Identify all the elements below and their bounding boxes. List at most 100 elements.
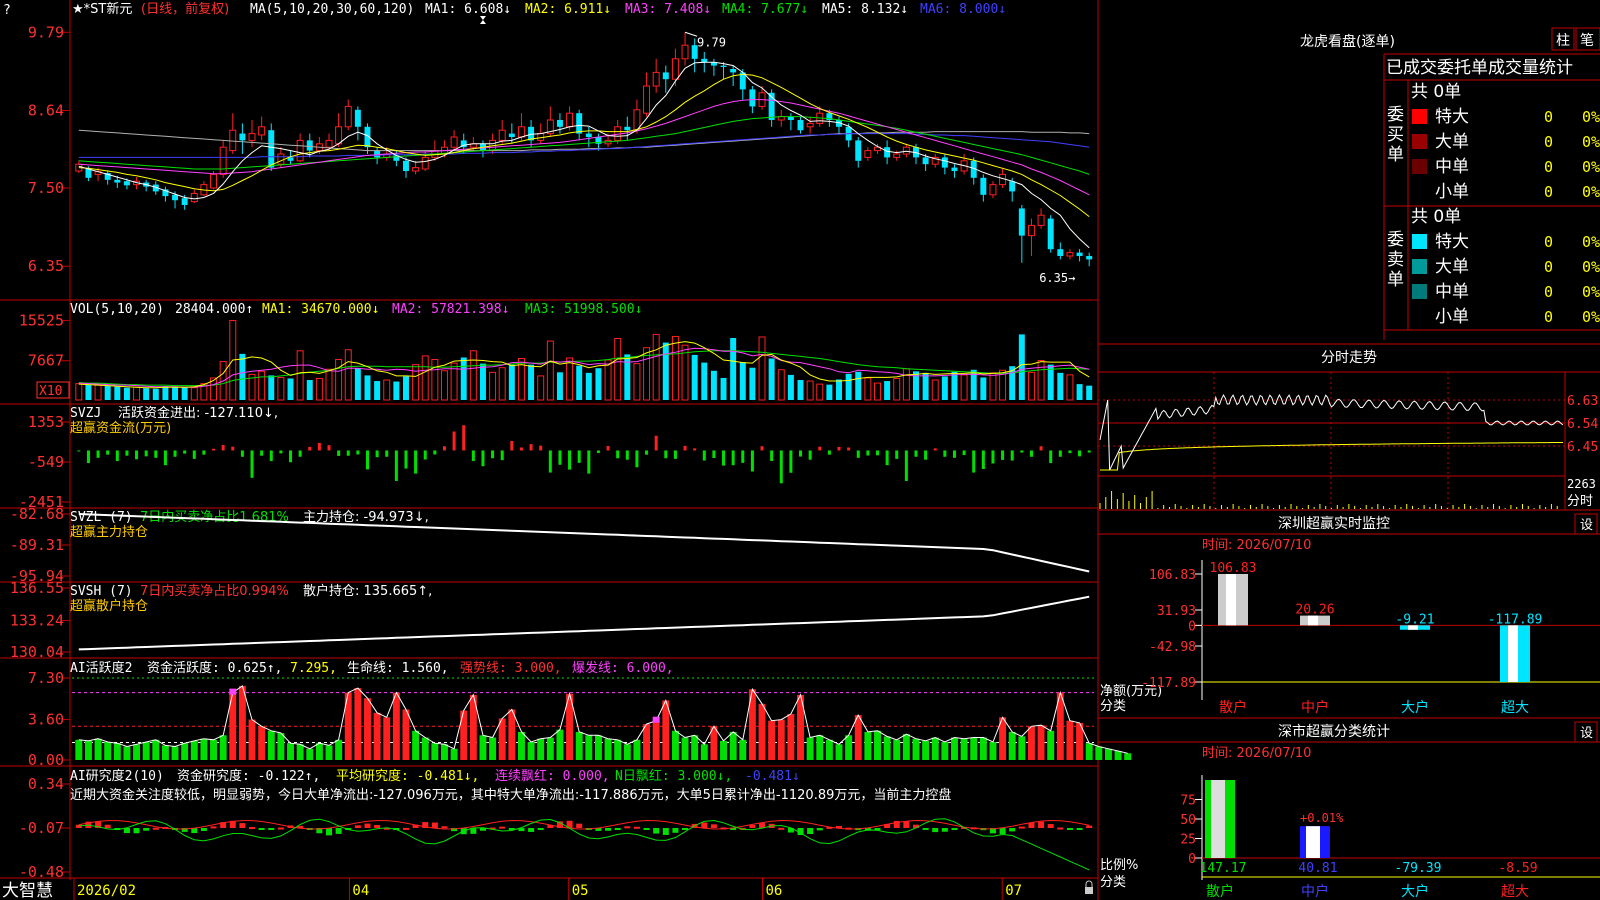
volume-bar[interactable] (989, 372, 997, 401)
svzj-bar[interactable] (606, 446, 610, 451)
candle[interactable] (797, 120, 804, 131)
volume-bar[interactable] (691, 354, 698, 400)
sz-monitor-settings-label[interactable]: 设 (1580, 518, 1593, 533)
ai1-bar[interactable] (517, 731, 525, 760)
candle[interactable] (354, 109, 361, 127)
candle[interactable] (624, 126, 631, 131)
ai1-bar[interactable] (258, 726, 266, 760)
svzj-bar[interactable] (847, 447, 851, 451)
ai1-bar[interactable] (450, 748, 458, 760)
volume-bar[interactable] (931, 379, 939, 401)
volume-bar[interactable] (133, 386, 141, 401)
candle[interactable] (720, 65, 727, 67)
svzj-bar[interactable] (837, 446, 841, 451)
candle[interactable] (85, 168, 92, 178)
volume-bar[interactable] (556, 372, 563, 400)
candle[interactable] (1086, 256, 1093, 260)
candle[interactable] (296, 139, 304, 162)
volume-bar[interactable] (701, 362, 708, 400)
volume-bar[interactable] (431, 359, 439, 401)
ai2-bar[interactable] (999, 828, 1006, 835)
volume-bar[interactable] (874, 382, 881, 401)
ai2-bar[interactable] (268, 828, 275, 830)
svzj-bar[interactable] (481, 450, 485, 467)
svzj-bar[interactable] (452, 431, 456, 451)
ai2-bar[interactable] (633, 826, 640, 829)
ai1-bar[interactable] (1104, 748, 1112, 760)
volume-bar[interactable] (1066, 374, 1074, 401)
volume-bar[interactable] (344, 349, 352, 401)
svzj-bar[interactable] (356, 450, 360, 455)
candle[interactable] (412, 167, 420, 172)
ai2-bar[interactable] (1018, 826, 1025, 829)
svzj-bar[interactable] (1049, 450, 1053, 464)
candle[interactable] (172, 194, 179, 201)
candle[interactable] (643, 85, 651, 114)
svzj-bar[interactable] (596, 450, 600, 453)
ai1-bar[interactable] (421, 737, 429, 760)
svzj-bar[interactable] (96, 450, 100, 458)
ai1-bar[interactable] (306, 748, 314, 760)
ai1-bar[interactable] (142, 742, 150, 760)
candle[interactable] (566, 112, 574, 128)
volume-bar[interactable] (172, 386, 179, 400)
svzj-bar[interactable] (154, 450, 158, 458)
svzj-bar[interactable] (731, 450, 735, 466)
pinned-icons[interactable]: ? (3, 3, 11, 18)
svzj-bar[interactable] (875, 450, 879, 456)
ai1-bar[interactable] (248, 719, 256, 760)
ai1-bar[interactable] (152, 739, 160, 760)
svzj-bar[interactable] (683, 445, 687, 451)
ai1-bar[interactable] (335, 739, 343, 760)
ai1-bar[interactable] (787, 713, 795, 760)
svzj-bar[interactable] (914, 450, 918, 457)
volume-bar[interactable] (364, 375, 371, 400)
tab-volume-stats[interactable]: 成交量统计 (1488, 58, 1573, 78)
ai1-bar[interactable] (508, 709, 516, 760)
ai1-bar[interactable] (161, 745, 169, 760)
svzj-bar[interactable] (885, 450, 889, 466)
volume-bar[interactable] (604, 359, 612, 401)
volume-bar[interactable] (806, 380, 814, 401)
svzj-bar[interactable] (702, 450, 706, 461)
svzj-bar[interactable] (587, 450, 591, 474)
candle[interactable] (306, 140, 313, 151)
volume-bar[interactable] (374, 381, 381, 400)
candle[interactable] (450, 136, 458, 148)
volume-bar[interactable] (1027, 371, 1035, 401)
ai1-bar[interactable] (960, 738, 968, 760)
volume-bar[interactable] (710, 370, 717, 400)
svzj-bar[interactable] (423, 450, 427, 460)
ai2-bar[interactable] (951, 828, 958, 830)
volume-bar[interactable] (335, 359, 343, 401)
volume-bar[interactable] (902, 368, 910, 401)
svzj-bar[interactable] (952, 450, 956, 458)
candle[interactable] (893, 153, 901, 158)
svzj-bar[interactable] (144, 450, 148, 457)
svzj-bar[interactable] (529, 444, 533, 451)
ai2-bar[interactable] (335, 828, 342, 834)
ai1-bar[interactable] (171, 746, 179, 760)
ai1-bar[interactable] (392, 692, 400, 760)
svzj-bar[interactable] (625, 450, 629, 460)
ai2-bar[interactable] (249, 827, 256, 830)
ai1-bar[interactable] (1066, 720, 1074, 760)
btn-pen-label[interactable]: 笔 (1580, 33, 1594, 49)
volume-bar[interactable] (758, 336, 766, 401)
volume-bar[interactable] (595, 368, 602, 400)
svzj-bar[interactable] (1087, 450, 1091, 453)
svzj-bar[interactable] (289, 450, 293, 463)
volume-bar[interactable] (537, 375, 545, 401)
svzj-bar[interactable] (779, 450, 783, 484)
candle[interactable] (229, 129, 237, 152)
volume-bar[interactable] (1047, 364, 1054, 400)
volume-bar[interactable] (162, 386, 169, 400)
ai1-bar[interactable] (546, 737, 554, 760)
candle[interactable] (941, 157, 948, 168)
ai2-bar[interactable] (277, 827, 284, 830)
ai2-bar[interactable] (499, 826, 506, 829)
volume-bar[interactable] (1086, 385, 1093, 400)
ai1-bar[interactable] (922, 740, 930, 760)
ai1-bar[interactable] (816, 735, 824, 760)
svzj-bar[interactable] (548, 450, 552, 473)
